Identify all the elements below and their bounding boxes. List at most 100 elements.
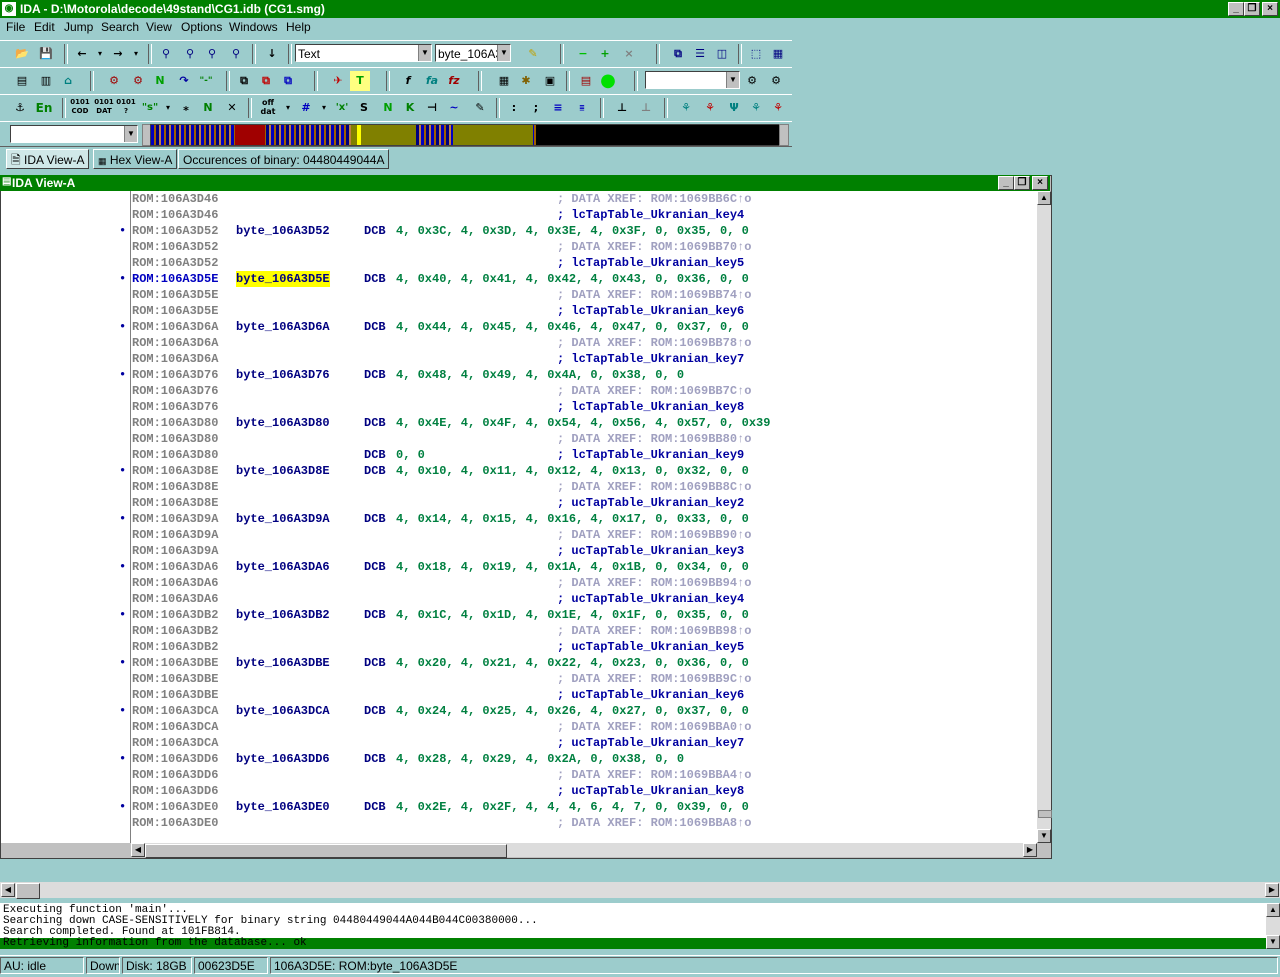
line-label[interactable]: byte_106A3DBE [236,655,330,671]
listing-line[interactable]: • ROM:106A3DBE byte_106A3DBE DCB 4, 0x20, 4,… [1,655,1037,671]
xrefs-from-icon[interactable]: Ψ [724,98,744,118]
listing-line[interactable]: ROM:106A3DA6 ; ucTapTable_Ukranian_key4 [1,591,1037,607]
listing-line[interactable]: ROM:106A3D9A ; DATA XREF: ROM:1069BB90↑o [1,527,1037,543]
view-comments-icon[interactable]: ≣ [572,98,592,118]
nav-right-scroll[interactable] [779,124,789,146]
listing-line[interactable]: • ROM:106A3D6A byte_106A3D6A DCB 4, 0x44, 4,… [1,319,1037,335]
pencil-icon[interactable]: ✎ [470,98,490,118]
xrefs-to-icon[interactable]: ⚘ [700,98,720,118]
output-message-pane[interactable]: Executing function 'main'... Searching d… [0,903,1266,949]
workspace-horizontal-scrollbar[interactable] [0,882,1280,898]
listing-line[interactable]: ROM:106A3D76 ; lcTapTable_Ukranian_key8 [1,399,1037,415]
line-comment[interactable]: ; DATA XREF: ROM:1069BB78↑o [557,335,751,351]
listing-line[interactable]: • ROM:106A3DB2 byte_106A3DB2 DCB 4, 0x1C, 4,… [1,607,1037,623]
en-language-icon[interactable]: En [34,98,54,118]
back-arrow-icon[interactable]: ← [72,44,92,64]
line-address[interactable]: ROM:106A3D5E [132,303,218,319]
minimize-button[interactable]: _ [1228,2,1244,16]
call-graph-icon[interactable]: ⚘ [768,98,788,118]
tab-hex-view-a[interactable]: ▦ Hex View-A [93,149,178,169]
line-operands[interactable]: 4, 0x18, 4, 0x19, 4, 0x1A, 4, 0x1B, 0, 0… [396,559,749,575]
tab-occurences[interactable]: Occurences of binary: 04480449044A [178,149,390,169]
k-icon[interactable]: K [400,98,420,118]
menu-windows[interactable]: Windows [229,20,278,34]
restore-button[interactable]: ❐ [1244,2,1260,16]
line-operands[interactable]: 0, 0 [396,447,425,463]
make-code-icon[interactable]: 0101 COD [70,98,90,118]
line-comment[interactable]: ; lcTapTable_Ukranian_key6 [557,303,744,319]
chevron-down-icon[interactable]: ▼ [726,72,739,88]
open-folder-icon[interactable]: 📂 [12,44,32,64]
line-comment[interactable]: ; DATA XREF: ROM:1069BB80↑o [557,431,751,447]
listing-line[interactable]: ROM:106A3DB2 ; ucTapTable_Ukranian_key5 [1,639,1037,655]
menu-jump[interactable]: Jump [64,20,93,34]
line-address[interactable]: ROM:106A3D80 [132,447,218,463]
line-address[interactable]: ROM:106A3D9A [132,543,218,559]
line-label[interactable]: byte_106A3DB2 [236,607,330,623]
line-address[interactable]: ROM:106A3DCA [132,703,218,719]
line-comment[interactable]: ; lcTapTable_Ukranian_key4 [557,207,744,223]
listing-line[interactable]: ROM:106A3D9A ; ucTapTable_Ukranian_key3 [1,543,1037,559]
line-comment[interactable]: ; DATA XREF: ROM:1069BB94↑o [557,575,751,591]
listing-line[interactable]: • ROM:106A3D9A byte_106A3D9A DCB 4, 0x14, 4,… [1,511,1037,527]
line-mnemonic[interactable]: DCB [364,607,386,623]
line-address[interactable]: ROM:106A3D52 [132,239,218,255]
function-fz-icon[interactable]: fz [444,71,464,91]
back-dropdown-icon[interactable]: ▾ [90,44,110,64]
green-circle-icon[interactable]: ● [598,71,618,91]
line-operands[interactable]: 4, 0x4E, 4, 0x4F, 4, 0x54, 4, 0x56, 4, 0… [396,415,770,431]
line-address[interactable]: ROM:106A3D5E [132,271,218,287]
line-mnemonic[interactable]: DCB [364,511,386,527]
cascade-windows-icon[interactable]: ⧉ [668,44,688,64]
line-label[interactable]: byte_106A3DD6 [236,751,330,767]
line-address[interactable]: ROM:106A3DBE [132,655,218,671]
line-comment[interactable]: ; ucTapTable_Ukranian_key3 [557,543,744,559]
line-mnemonic[interactable]: DCB [364,655,386,671]
segments-icon[interactable]: ⧉ [234,71,254,91]
line-comment[interactable]: ; lcTapTable_Ukranian_key7 [557,351,744,367]
workspace-scroll-left-icon[interactable]: ◀ [1,883,15,897]
line-address[interactable]: ROM:106A3D46 [132,207,218,223]
line-comment[interactable]: ; lcTapTable_Ukranian_key5 [557,255,744,271]
line-comment[interactable]: ; DATA XREF: ROM:1069BB7C↑o [557,383,751,399]
offset-dropdown-icon[interactable]: ▾ [278,98,298,118]
line-address[interactable]: ROM:106A3DBE [132,671,218,687]
ida-hscroll-thumb[interactable] [145,844,507,858]
array-icon[interactable]: ⁎ [176,98,196,118]
line-address[interactable]: ROM:106A3D5E [132,287,218,303]
line-mnemonic[interactable]: DCB [364,799,386,815]
line-operands[interactable]: 4, 0x2E, 4, 0x2F, 4, 4, 4, 6, 4, 7, 0, 0… [396,799,749,815]
line-comment[interactable]: ; DATA XREF: ROM:1069BB90↑o [557,527,751,543]
line-mnemonic[interactable]: DCB [364,319,386,335]
chevron-down-icon[interactable]: ▼ [497,45,510,61]
binoculars-next-icon[interactable]: ⚲ [180,44,200,64]
window-list-icon[interactable]: ⬚ [746,44,766,64]
listing-line[interactable]: ROM:106A3D6A ; DATA XREF: ROM:1069BB78↑o [1,335,1037,351]
number-dropdown-icon[interactable]: ▾ [314,98,334,118]
jump-down-icon[interactable]: ↓ [262,44,282,64]
name-combo[interactable]: byte_106A3I ▼ [435,44,511,62]
listing-line[interactable]: ROM:106A3D8E ; DATA XREF: ROM:1069BB8C↑o [1,479,1037,495]
offset-data-icon[interactable]: off dat [258,98,278,118]
line-comment[interactable]: ; ucTapTable_Ukranian_key2 [557,495,744,511]
line-mnemonic[interactable]: DCB [364,271,386,287]
line-comment[interactable]: ; ucTapTable_Ukranian_key7 [557,735,744,751]
line-operands[interactable]: 4, 0x48, 4, 0x49, 4, 0x4A, 0, 0x38, 0, 0 [396,367,684,383]
line-operands[interactable]: 4, 0x3C, 4, 0x3D, 4, 0x3E, 4, 0x3F, 0, 0… [396,223,749,239]
nav-combo[interactable]: ▼ [10,125,138,143]
listing-line[interactable]: • ROM:106A3D8E byte_106A3D8E DCB 4, 0x10, 4,… [1,463,1037,479]
segment-s-icon[interactable]: S [354,98,374,118]
chevron-down-icon[interactable]: ▼ [124,126,137,142]
line-operands[interactable]: 4, 0x1C, 4, 0x1D, 4, 0x1E, 4, 0x1F, 0, 0… [396,607,749,623]
line-address[interactable]: ROM:106A3D6A [132,319,218,335]
string-dropdown-icon[interactable]: ▾ [158,98,178,118]
plus-icon[interactable]: + [595,44,615,64]
repeat-comment-icon[interactable]: ≡ [548,98,568,118]
chevron-down-icon[interactable]: ▼ [418,45,431,61]
line-address[interactable]: ROM:106A3DB2 [132,607,218,623]
char-icon[interactable]: 'x' [332,98,352,118]
ida-view-restore-button[interactable]: ❐ [1014,176,1030,190]
listing-line[interactable]: ROM:106A3D52 ; DATA XREF: ROM:1069BB70↑o [1,239,1037,255]
workspace-scroll-right-icon[interactable]: ▶ [1265,883,1279,897]
line-comment[interactable]: ; DATA XREF: ROM:1069BBA0↑o [557,719,751,735]
